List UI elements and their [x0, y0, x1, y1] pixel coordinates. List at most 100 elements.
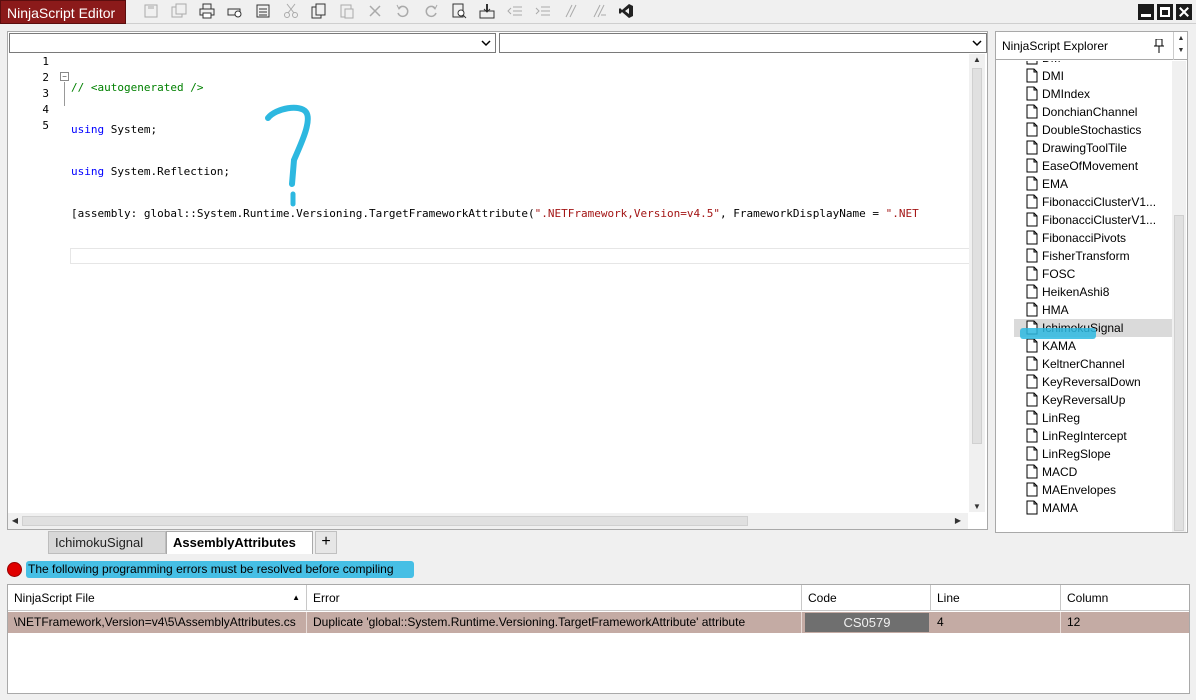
scroll-thumb[interactable] — [1174, 215, 1184, 531]
explorer-item[interactable]: DrawingToolTile — [1014, 139, 1172, 157]
explorer-item-label: LinRegSlope — [1042, 447, 1111, 461]
explorer-item[interactable]: FibonacciClusterV1... — [1014, 193, 1172, 211]
column-header-file[interactable]: NinjaScript File ▲ — [8, 585, 307, 611]
explorer-item[interactable]: HeikenAshi8 — [1014, 283, 1172, 301]
add-tab-button[interactable]: + — [315, 531, 337, 554]
explorer-item[interactable]: FOSC — [1014, 265, 1172, 283]
explorer-item-label: LinReg — [1042, 411, 1081, 425]
pin-icon[interactable] — [1154, 39, 1164, 53]
copy-icon[interactable] — [310, 3, 328, 21]
explorer-item[interactable]: LinRegIntercept — [1014, 427, 1172, 445]
explorer-item-label: LinRegIntercept — [1042, 429, 1127, 443]
explorer-item[interactable]: KeltnerChannel — [1014, 355, 1172, 373]
file-icon — [1026, 140, 1038, 155]
type-dropdown[interactable] — [9, 33, 496, 53]
uncomment-icon[interactable] — [590, 3, 608, 21]
explorer-item[interactable]: KAMA — [1014, 337, 1172, 355]
paste-icon[interactable] — [338, 3, 356, 21]
visual-studio-icon[interactable] — [617, 3, 635, 21]
compile-icon[interactable] — [478, 3, 496, 21]
explorer-item[interactable]: FibonacciClusterV1... — [1014, 211, 1172, 229]
error-list-table: NinjaScript File ▲ Error Code Line Column… — [7, 584, 1190, 694]
explorer-item[interactable]: HMA — [1014, 301, 1172, 319]
delete-icon[interactable] — [366, 3, 384, 21]
scroll-thumb[interactable] — [972, 68, 982, 444]
maximize-button[interactable] — [1157, 4, 1173, 20]
column-header-error[interactable]: Error — [307, 585, 802, 611]
code-keyword: using — [71, 123, 105, 136]
column-header-line[interactable]: Line — [931, 585, 1061, 611]
outdent-icon[interactable] — [506, 3, 524, 21]
explorer-item[interactable]: KeyReversalUp — [1014, 391, 1172, 409]
code-text: , FrameworkDisplayName = — [720, 207, 886, 220]
save-icon[interactable] — [142, 3, 160, 21]
file-icon — [1026, 374, 1038, 389]
member-dropdown[interactable] — [499, 33, 987, 53]
question-mark-annotation — [265, 104, 311, 207]
undo-icon[interactable] — [394, 3, 412, 21]
chevron-down-icon — [481, 40, 491, 47]
column-header-column[interactable]: Column — [1061, 585, 1189, 611]
tab-ichimokusignal[interactable]: IchimokuSignal — [48, 531, 166, 554]
comment-icon[interactable] — [562, 3, 580, 21]
file-icon — [1026, 266, 1038, 281]
file-icon — [1026, 284, 1038, 299]
explorer-item-label: HMA — [1042, 303, 1069, 317]
explorer-item[interactable]: FibonacciPivots — [1014, 229, 1172, 247]
code-area[interactable]: // <autogenerated /> using System; using… — [60, 54, 970, 512]
explorer-item[interactable]: DMIndex — [1014, 85, 1172, 103]
file-icon — [1026, 122, 1038, 137]
scroll-left-icon[interactable]: ◀ — [9, 516, 21, 525]
explorer-item[interactable]: MACD — [1014, 463, 1172, 481]
explorer-item[interactable]: MAEnvelopes — [1014, 481, 1172, 499]
explorer-scroll-buttons[interactable]: ▲ ▼ — [1173, 32, 1187, 60]
indent-icon[interactable] — [534, 3, 552, 21]
file-icon — [1026, 482, 1038, 497]
scroll-down-icon[interactable]: ▼ — [1175, 47, 1187, 54]
file-icon — [1026, 212, 1038, 227]
scroll-up-icon[interactable]: ▲ — [1175, 35, 1187, 42]
redo-icon[interactable] — [422, 3, 440, 21]
tab-assemblyattributes[interactable]: AssemblyAttributes — [166, 531, 313, 554]
cut-icon[interactable] — [282, 3, 300, 21]
minimize-button[interactable] — [1138, 4, 1154, 20]
editor-vertical-scrollbar[interactable]: ▲ ▼ — [969, 54, 985, 512]
explorer-item[interactable]: LinRegSlope — [1014, 445, 1172, 463]
code-line: using System.Reflection; — [60, 164, 970, 180]
line-number: 2 — [42, 71, 49, 84]
file-icon — [1026, 356, 1038, 371]
explorer-item[interactable]: DMI — [1014, 67, 1172, 85]
print-icon[interactable] — [198, 3, 216, 21]
explorer-item[interactable]: DoubleStochastics — [1014, 121, 1172, 139]
explorer-item[interactable]: LinReg — [1014, 409, 1172, 427]
explorer-item[interactable]: EaseOfMovement — [1014, 157, 1172, 175]
code-editor[interactable]: 1 2 3 4 5 − // <autogenerated /> using S… — [7, 31, 988, 530]
explorer-item[interactable]: KeyReversalDown — [1014, 373, 1172, 391]
file-icon — [1026, 500, 1038, 515]
table-row[interactable]: \NETFramework,Version=v4\5\AssemblyAttri… — [8, 612, 1189, 633]
explorer-scrollbar[interactable] — [1172, 61, 1186, 532]
explorer-item[interactable]: EMA — [1014, 175, 1172, 193]
line-number: 5 — [42, 119, 49, 132]
scroll-right-icon[interactable]: ▶ — [952, 516, 964, 525]
save-all-icon[interactable] — [170, 3, 188, 21]
editor-horizontal-scrollbar[interactable]: ◀ ▶ — [8, 513, 968, 529]
scroll-down-icon[interactable]: ▼ — [971, 502, 983, 511]
line-number: 1 — [42, 55, 49, 68]
find-icon[interactable] — [450, 3, 468, 21]
cell-line: 4 — [931, 612, 1061, 633]
close-button[interactable] — [1176, 4, 1192, 20]
code-string: ".NETFramework,Version=v4.5" — [534, 207, 721, 220]
column-header-code[interactable]: Code — [802, 585, 931, 611]
code-comment: // <autogenerated /> — [71, 81, 204, 94]
explorer-item[interactable]: FisherTransform — [1014, 247, 1172, 265]
header-label: NinjaScript File — [14, 591, 95, 605]
scroll-up-icon[interactable]: ▲ — [971, 55, 983, 64]
print-preview-icon[interactable] — [226, 3, 244, 21]
explorer-item[interactable]: MAMA — [1014, 499, 1172, 517]
properties-icon[interactable] — [254, 3, 272, 21]
file-icon — [1026, 61, 1038, 65]
explorer-item[interactable]: DonchianChannel — [1014, 103, 1172, 121]
scroll-thumb[interactable] — [22, 516, 748, 526]
ninjascript-explorer: NinjaScript Explorer ▲ ▼ DMDMIDMIndexDon… — [995, 31, 1188, 533]
